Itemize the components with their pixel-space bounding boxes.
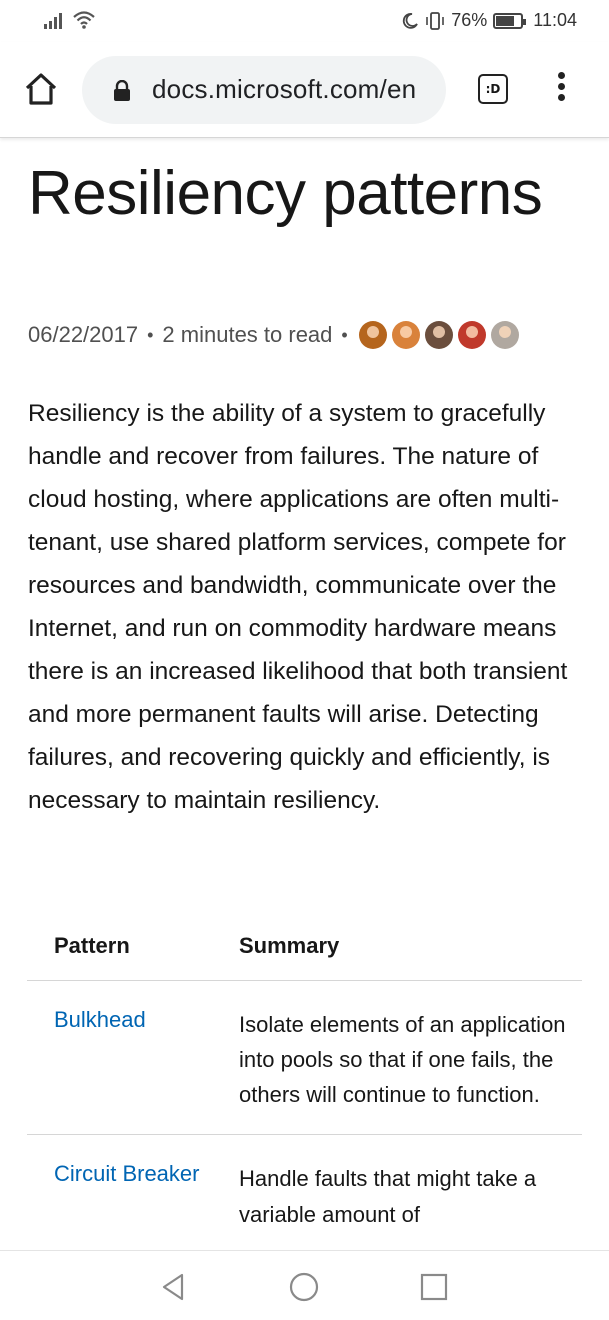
table-row: Circuit Breaker Handle faults that might… — [27, 1135, 582, 1250]
contributor-avatars[interactable] — [358, 321, 519, 349]
browser-toolbar: docs.microsoft.com/en :D — [0, 42, 609, 138]
tab-switcher-label: :D — [485, 82, 501, 96]
signal-icon — [44, 13, 62, 29]
tab-switcher-button[interactable]: :D — [478, 74, 508, 104]
battery-percent: 76% — [451, 10, 488, 30]
avatar[interactable] — [490, 321, 519, 349]
home-icon[interactable] — [22, 70, 60, 108]
read-time: 2 minutes to read — [162, 322, 333, 347]
pattern-summary: Isolate elements of an application into … — [239, 1011, 566, 1108]
moon-icon — [403, 12, 419, 29]
patterns-table: Pattern Summary Bulkhead Isolate element… — [27, 913, 582, 1250]
table-row: Bulkhead Isolate elements of an applicat… — [27, 980, 582, 1135]
column-header-pattern: Pattern — [54, 933, 130, 959]
pattern-link-bulkhead[interactable]: Bulkhead — [54, 1007, 146, 1032]
address-bar[interactable]: docs.microsoft.com/en — [82, 56, 446, 124]
intro-paragraph: Resiliency is the ability of a system to… — [28, 400, 568, 814]
battery-fill — [496, 15, 515, 26]
page-title: Resiliency patterns — [28, 159, 543, 228]
pattern-summary: Handle faults that might take a variable… — [239, 1166, 537, 1227]
system-nav-bar — [0, 1250, 609, 1320]
clock: 11:04 — [533, 10, 577, 30]
wifi-icon — [73, 11, 95, 29]
battery-icon — [493, 12, 527, 29]
column-header-summary: Summary — [239, 933, 340, 959]
vibrate-icon — [426, 11, 445, 30]
pattern-link-circuit-breaker[interactable]: Circuit Breaker — [54, 1161, 199, 1186]
overflow-menu-icon[interactable] — [550, 72, 572, 108]
status-bar: 76% 11:04 — [0, 0, 609, 42]
avatar[interactable] — [358, 321, 387, 349]
article-date: 06/22/2017 — [28, 322, 139, 347]
article: Resiliency patterns 06/22/2017 • 2 minut… — [0, 138, 609, 1250]
avatar[interactable] — [457, 321, 486, 349]
lock-icon — [114, 80, 130, 101]
back-icon[interactable] — [158, 1271, 190, 1303]
article-meta: 06/22/2017 • 2 minutes to read • — [28, 321, 519, 349]
avatar[interactable] — [424, 321, 453, 349]
avatar[interactable] — [391, 321, 420, 349]
table-header-row: Pattern Summary — [27, 913, 582, 980]
home-nav-icon[interactable] — [288, 1271, 320, 1303]
recents-icon[interactable] — [418, 1271, 450, 1303]
url-text: docs.microsoft.com/en — [152, 74, 417, 104]
